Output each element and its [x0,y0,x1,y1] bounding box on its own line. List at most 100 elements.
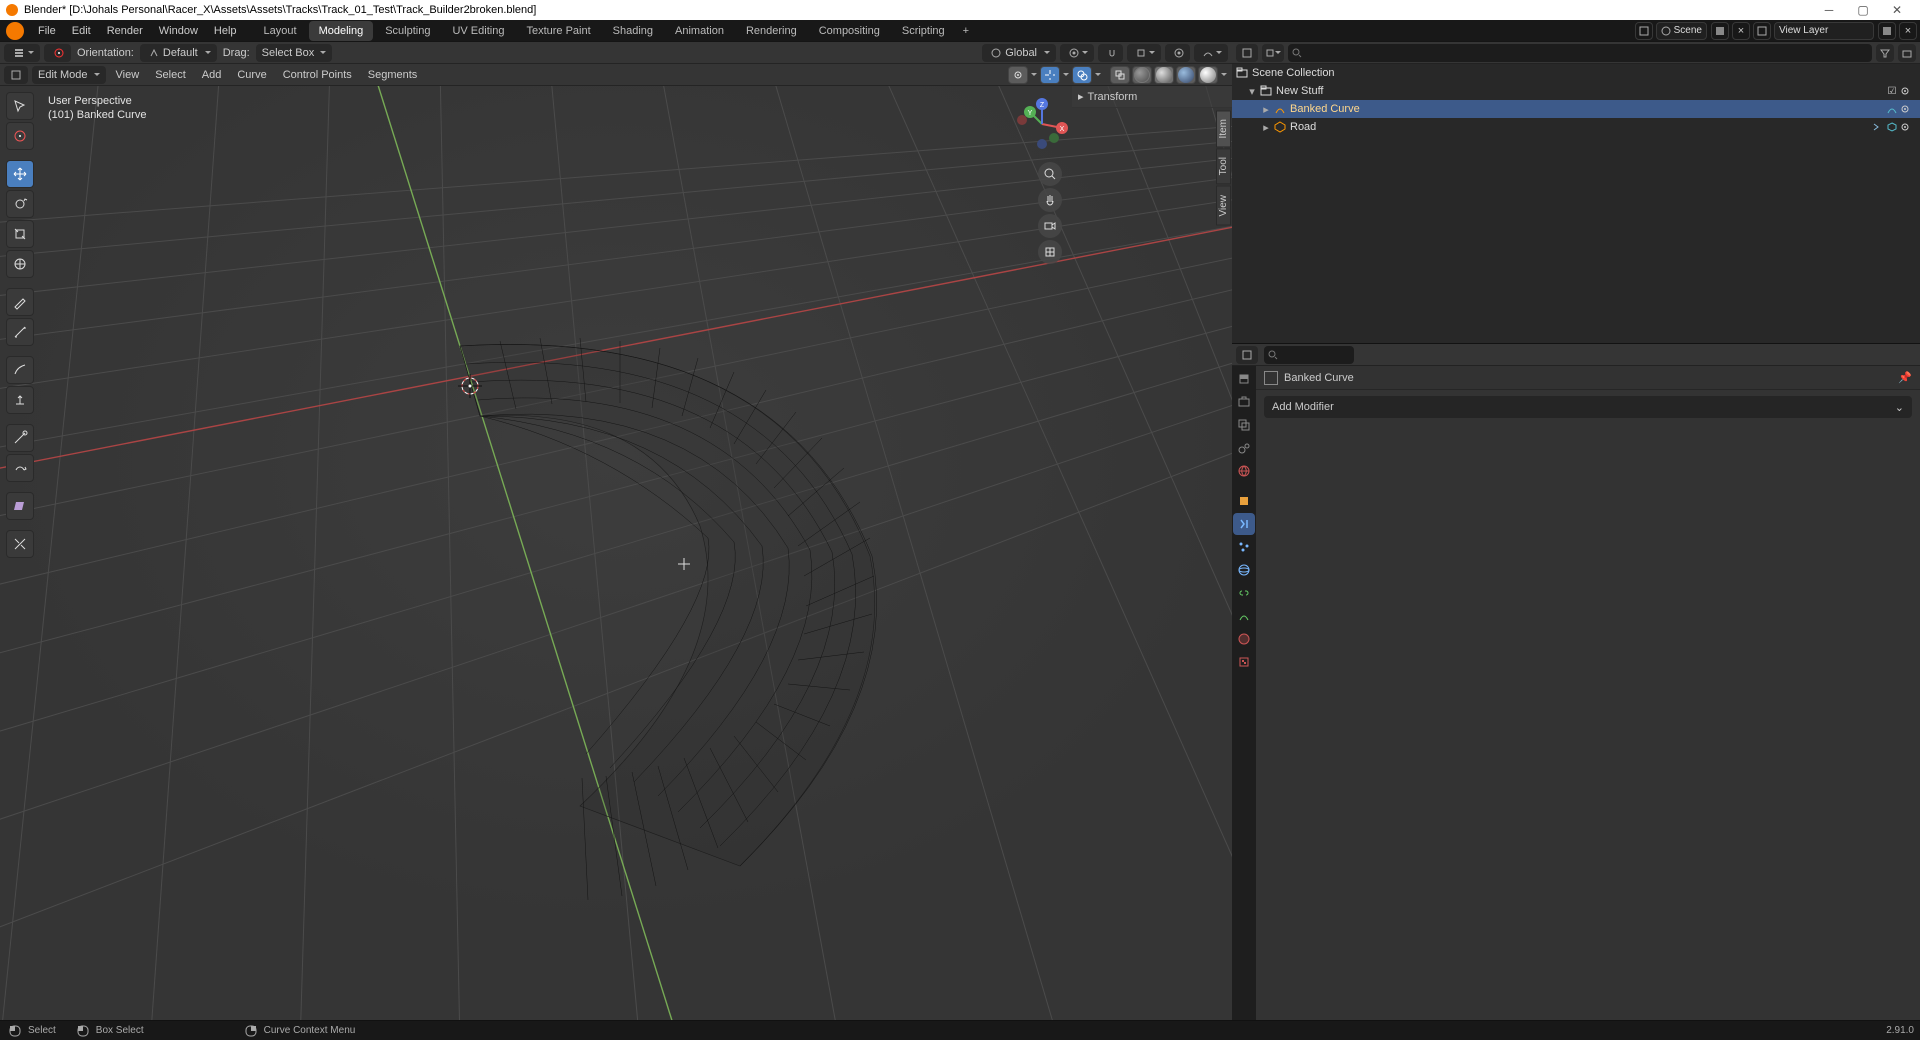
tool-annotate[interactable] [6,288,34,316]
menu-window[interactable]: Window [151,20,206,42]
hide-viewport-icon[interactable] [1900,122,1916,132]
outliner-object-bankedcurve[interactable]: ▸ Banked Curve [1232,100,1920,118]
workspace-shading[interactable]: Shading [603,21,663,41]
workspace-rendering[interactable]: Rendering [736,21,807,41]
proportional-falloff-dropdown[interactable] [1194,44,1228,62]
navigation-gizmo[interactable]: X Y Z [1012,94,1072,154]
hide-viewport-icon[interactable] [1900,86,1916,96]
workspace-add-button[interactable]: + [957,21,975,41]
chevron-down-icon[interactable] [1062,71,1070,79]
menu-file[interactable]: File [30,20,64,42]
viewlayer-browse-button[interactable] [1753,22,1771,40]
properties-search[interactable] [1264,346,1354,364]
orientation-dropdown[interactable]: Default [140,44,217,62]
outliner-tree[interactable]: Scene Collection ▾ New Stuff ☑ ▸ Banked … [1232,64,1920,343]
workspace-animation[interactable]: Animation [665,21,734,41]
menu-help[interactable]: Help [206,20,245,42]
add-modifier-dropdown[interactable]: Add Modifier ⌄ [1264,396,1912,418]
select-menu[interactable]: Select [149,69,192,81]
xray-toggle[interactable] [1110,66,1130,84]
shading-solid[interactable] [1154,66,1174,84]
proportional-edit-toggle[interactable] [1165,44,1190,62]
tool-select-box[interactable] [6,92,34,120]
outliner-filter-button[interactable] [1876,44,1894,62]
outliner-object-road[interactable]: ▸ Road [1232,118,1920,136]
outliner-new-collection-button[interactable] [1898,44,1916,62]
tab-world[interactable] [1233,460,1255,482]
window-maximize-button[interactable]: ▢ [1846,3,1880,17]
viewport-3d[interactable]: User Perspective (101) Banked Curve [0,86,1232,1020]
transform-orientation-dropdown[interactable]: Global [982,44,1056,62]
disclosure-triangle[interactable]: ▾ [1246,85,1258,98]
workspace-scripting[interactable]: Scripting [892,21,955,41]
npanel-tab-item[interactable]: Item [1216,110,1231,147]
workspace-uvediting[interactable]: UV Editing [442,21,514,41]
scene-selector[interactable]: Scene [1656,22,1707,40]
tab-material[interactable] [1233,628,1255,650]
tool-transform[interactable] [6,250,34,278]
chevron-down-icon[interactable] [1094,71,1102,79]
workspace-compositing[interactable]: Compositing [809,21,890,41]
pin-icon[interactable]: 📌 [1898,371,1912,384]
add-menu[interactable]: Add [196,69,228,81]
zoom-button[interactable] [1038,162,1062,186]
outliner-view-dropdown[interactable] [1262,44,1284,62]
disclosure-triangle[interactable]: ▸ [1260,121,1272,134]
outliner-collection-newstuff[interactable]: ▾ New Stuff ☑ [1232,82,1920,100]
editor-type-dropdown[interactable] [4,44,40,62]
cursor-tool-button[interactable] [44,44,71,62]
tool-tilt[interactable] [6,454,34,482]
drag-dropdown[interactable]: Select Box [256,44,333,62]
shading-wireframe[interactable] [1132,66,1152,84]
shading-rendered[interactable] [1198,66,1218,84]
tool-radius[interactable] [6,424,34,452]
tab-scene[interactable] [1233,437,1255,459]
mode-dropdown[interactable]: Edit Mode [32,66,106,84]
camera-view-button[interactable] [1038,214,1062,238]
editor-type-dropdown-2[interactable] [4,66,28,84]
properties-editor-type[interactable] [1236,346,1258,364]
blender-icon[interactable] [6,22,24,40]
viewlayer-selector[interactable]: View Layer [1774,22,1874,40]
tool-randomize[interactable] [6,530,34,558]
scene-browse-button[interactable] [1635,22,1653,40]
object-types-visibility[interactable] [1008,66,1028,84]
transform-panel-header[interactable]: ▸Transform [1072,86,1232,108]
menu-edit[interactable]: Edit [64,20,99,42]
tab-data[interactable] [1233,605,1255,627]
tool-scale[interactable] [6,220,34,248]
pan-button[interactable] [1038,188,1062,212]
scene-delete-button[interactable]: × [1732,22,1750,40]
outliner-search[interactable] [1288,44,1872,62]
snap-target-dropdown[interactable] [1127,44,1161,62]
workspace-texturepaint[interactable]: Texture Paint [516,21,600,41]
tool-rotate[interactable] [6,190,34,218]
scene-new-button[interactable] [1711,22,1729,40]
pivot-dropdown[interactable] [1060,44,1094,62]
chevron-down-icon[interactable] [1030,71,1038,79]
window-minimize-button[interactable]: ─ [1812,3,1846,17]
tool-measure[interactable] [6,318,34,346]
window-close-button[interactable]: ✕ [1880,3,1914,17]
tab-viewlayer[interactable] [1233,414,1255,436]
npanel-tab-view[interactable]: View [1216,186,1231,226]
hide-viewport-icon[interactable] [1900,104,1916,114]
outliner-scene-collection[interactable]: Scene Collection [1232,64,1920,82]
tab-output[interactable] [1233,391,1255,413]
disclosure-triangle[interactable]: ▸ [1260,103,1272,116]
workspace-layout[interactable]: Layout [254,21,307,41]
shading-material[interactable] [1176,66,1196,84]
controlpoints-menu[interactable]: Control Points [277,69,358,81]
tab-physics[interactable] [1233,559,1255,581]
outliner-display-mode[interactable] [1236,44,1258,62]
tool-draw[interactable] [6,356,34,384]
tab-render[interactable] [1233,368,1255,390]
curve-menu[interactable]: Curve [231,69,272,81]
viewlayer-delete-button[interactable]: × [1899,22,1917,40]
tool-move[interactable] [6,160,34,188]
workspace-modeling[interactable]: Modeling [309,21,374,41]
view-menu[interactable]: View [110,69,146,81]
snap-toggle[interactable] [1098,44,1123,62]
tool-shear[interactable] [6,492,34,520]
tab-object[interactable] [1233,490,1255,512]
